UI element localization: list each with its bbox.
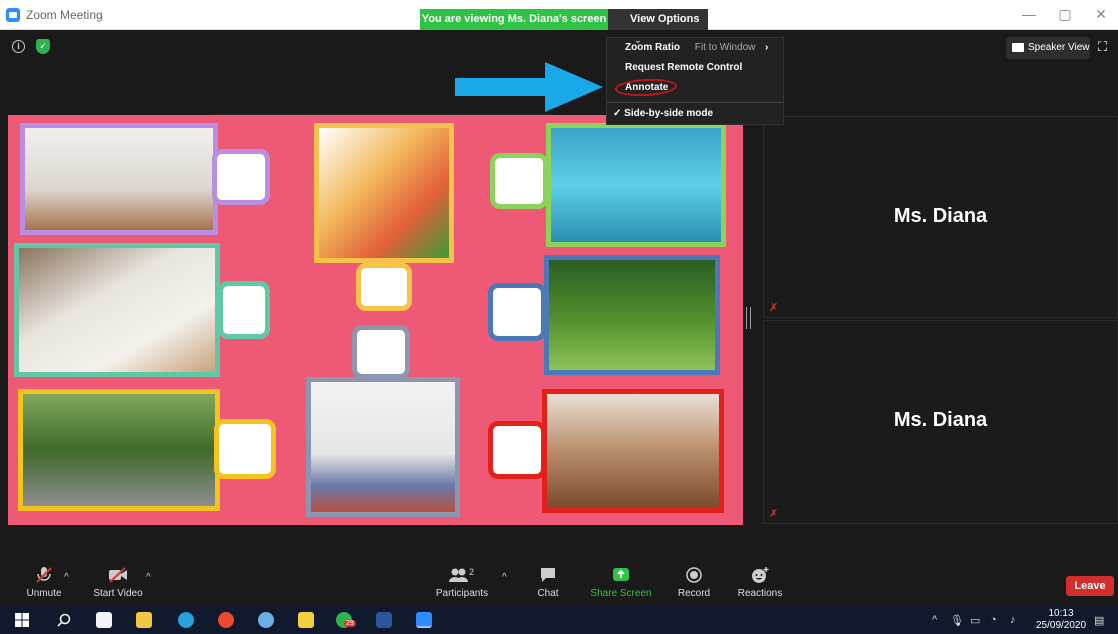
clock-date: 25/09/2020 xyxy=(1036,620,1087,631)
unmute-label: Unmute xyxy=(26,588,62,599)
audio-options-caret-icon[interactable]: ^ xyxy=(64,572,69,583)
share-screen-icon xyxy=(581,566,661,584)
zoom-ratio-value: Fit to Window xyxy=(694,42,756,53)
share-screen-button[interactable]: Share Screen xyxy=(581,560,661,599)
speaker-view-button[interactable]: Speaker View xyxy=(1006,37,1090,59)
edge-icon[interactable] xyxy=(178,612,194,628)
fullscreen-icon[interactable]: ⛶ xyxy=(1098,39,1112,54)
participants-icon: 2 xyxy=(422,566,502,584)
window-title: Zoom Meeting xyxy=(26,8,103,22)
answer-box xyxy=(488,421,546,479)
muted-mic-icon: ✗ xyxy=(769,508,779,520)
wifi-icon[interactable]: ◔ xyxy=(990,614,997,626)
chat-label: Chat xyxy=(537,588,559,599)
menu-divider xyxy=(607,102,783,103)
photo-kids-swimming xyxy=(546,123,726,247)
start-video-label: Start Video xyxy=(93,588,143,599)
zoom-logo-icon xyxy=(6,8,20,22)
chat-icon xyxy=(508,566,588,584)
answer-box xyxy=(212,149,270,205)
info-icon[interactable]: i xyxy=(12,40,25,53)
word-icon[interactable] xyxy=(376,612,392,628)
reactions-icon xyxy=(720,566,800,584)
participants-count: 2 xyxy=(469,567,474,577)
menu-item-zoom-ratio[interactable]: Zoom Ratio Fit to Window › xyxy=(625,42,768,53)
view-options-label: View Options xyxy=(630,13,700,25)
photo-kids-singing xyxy=(314,123,454,263)
participants-button[interactable]: 2 Participants xyxy=(422,560,502,599)
participants-label: Participants xyxy=(435,588,489,599)
notifications-icon[interactable]: ▤ xyxy=(1094,614,1104,627)
store-icon[interactable] xyxy=(96,612,112,628)
annotate-highlight-circle xyxy=(614,77,678,98)
participant-name: Ms. Diana xyxy=(893,205,988,227)
chrome-icon[interactable] xyxy=(218,612,234,628)
chat-button[interactable]: Chat xyxy=(508,560,588,599)
photo-kids-football xyxy=(544,255,720,375)
answer-box xyxy=(352,325,410,379)
close-icon[interactable]: ✕ xyxy=(1086,6,1116,23)
answer-box xyxy=(218,281,270,339)
split-handle[interactable] xyxy=(746,307,751,329)
blue-arrow-icon xyxy=(455,62,603,112)
menu-item-side-by-side[interactable]: ✓ Side-by-side mode xyxy=(613,108,713,119)
photo-kids-cooking xyxy=(20,123,218,235)
meeting-toolbar: Unmute ^ Start Video ^ 2 Participants ^ … xyxy=(0,560,1118,606)
tray-overflow-icon[interactable]: ^ xyxy=(932,614,937,626)
chevron-down-icon: ⌄ xyxy=(634,35,642,45)
video-options-caret-icon[interactable]: ^ xyxy=(146,572,151,583)
zoom-taskbar-icon[interactable] xyxy=(416,612,432,628)
photo-kids-dancing xyxy=(542,389,724,513)
taskbar-clock[interactable]: 10:13 25/09/2020 xyxy=(1036,608,1086,632)
answer-box xyxy=(490,153,548,209)
photo-kids-cycling xyxy=(18,389,220,511)
share-screen-label: Share Screen xyxy=(590,588,652,599)
unmute-button[interactable]: Unmute xyxy=(4,560,84,599)
participant-tile[interactable]: Ms. Diana ✗ xyxy=(763,320,1118,524)
view-options-button[interactable]: View Options ⌄ xyxy=(608,9,708,45)
shared-screen[interactable] xyxy=(8,115,743,525)
minimize-icon[interactable]: — xyxy=(1014,6,1044,22)
windows-start-icon[interactable] xyxy=(14,612,30,628)
chevron-right-icon: › xyxy=(765,42,769,53)
menu-item-request-remote-control[interactable]: Request Remote Control xyxy=(625,62,742,73)
viewing-screen-banner: You are viewing Ms. Diana's screen xyxy=(420,9,608,30)
clock-time: 10:13 xyxy=(1048,608,1074,619)
whatsapp-badge: 29 xyxy=(344,620,356,627)
search-icon[interactable] xyxy=(56,612,72,628)
participant-name: Ms. Diana xyxy=(893,409,988,431)
muted-microphone-icon xyxy=(4,566,84,584)
meeting-stage: i ✓ Speaker View ⛶ Ms. Diana ✗ Ms. Diana… xyxy=(0,30,1118,560)
answer-box xyxy=(356,263,412,311)
zoom-window: Zoom Meeting — ▢ ✕ i ✓ Speaker View ⛶ Ms… xyxy=(0,0,1118,634)
participant-tile[interactable]: Ms. Diana ✗ xyxy=(763,116,1118,318)
shield-icon[interactable]: ✓ xyxy=(36,39,50,54)
windows-taskbar: 29 ^ 🎙 ▭ ◔ ♪ 10:13 25/09/2020 ▤ xyxy=(0,606,1118,634)
battery-icon[interactable]: ▭ xyxy=(970,614,980,627)
sticky-notes-icon[interactable] xyxy=(298,612,314,628)
microphone-tray-icon[interactable]: 🎙 xyxy=(950,614,964,627)
speaker-view-label: Speaker View xyxy=(1028,42,1090,53)
speaker-view-icon xyxy=(1012,43,1024,52)
restore-icon[interactable]: ▢ xyxy=(1050,6,1080,23)
leave-button[interactable]: Leave xyxy=(1066,576,1114,596)
browser-icon[interactable] xyxy=(258,612,274,628)
muted-mic-icon: ✗ xyxy=(769,302,779,314)
reactions-button[interactable]: Reactions xyxy=(720,560,800,599)
volume-icon[interactable]: ♪ xyxy=(1010,614,1016,626)
answer-box xyxy=(214,419,276,479)
photo-kids-drawing xyxy=(14,243,220,377)
participants-caret-icon[interactable]: ^ xyxy=(502,572,507,583)
answer-box xyxy=(488,283,546,341)
file-explorer-icon[interactable] xyxy=(136,612,152,628)
photo-kids-reading xyxy=(306,377,460,517)
whatsapp-icon[interactable]: 29 xyxy=(336,612,356,628)
reactions-label: Reactions xyxy=(737,588,783,599)
